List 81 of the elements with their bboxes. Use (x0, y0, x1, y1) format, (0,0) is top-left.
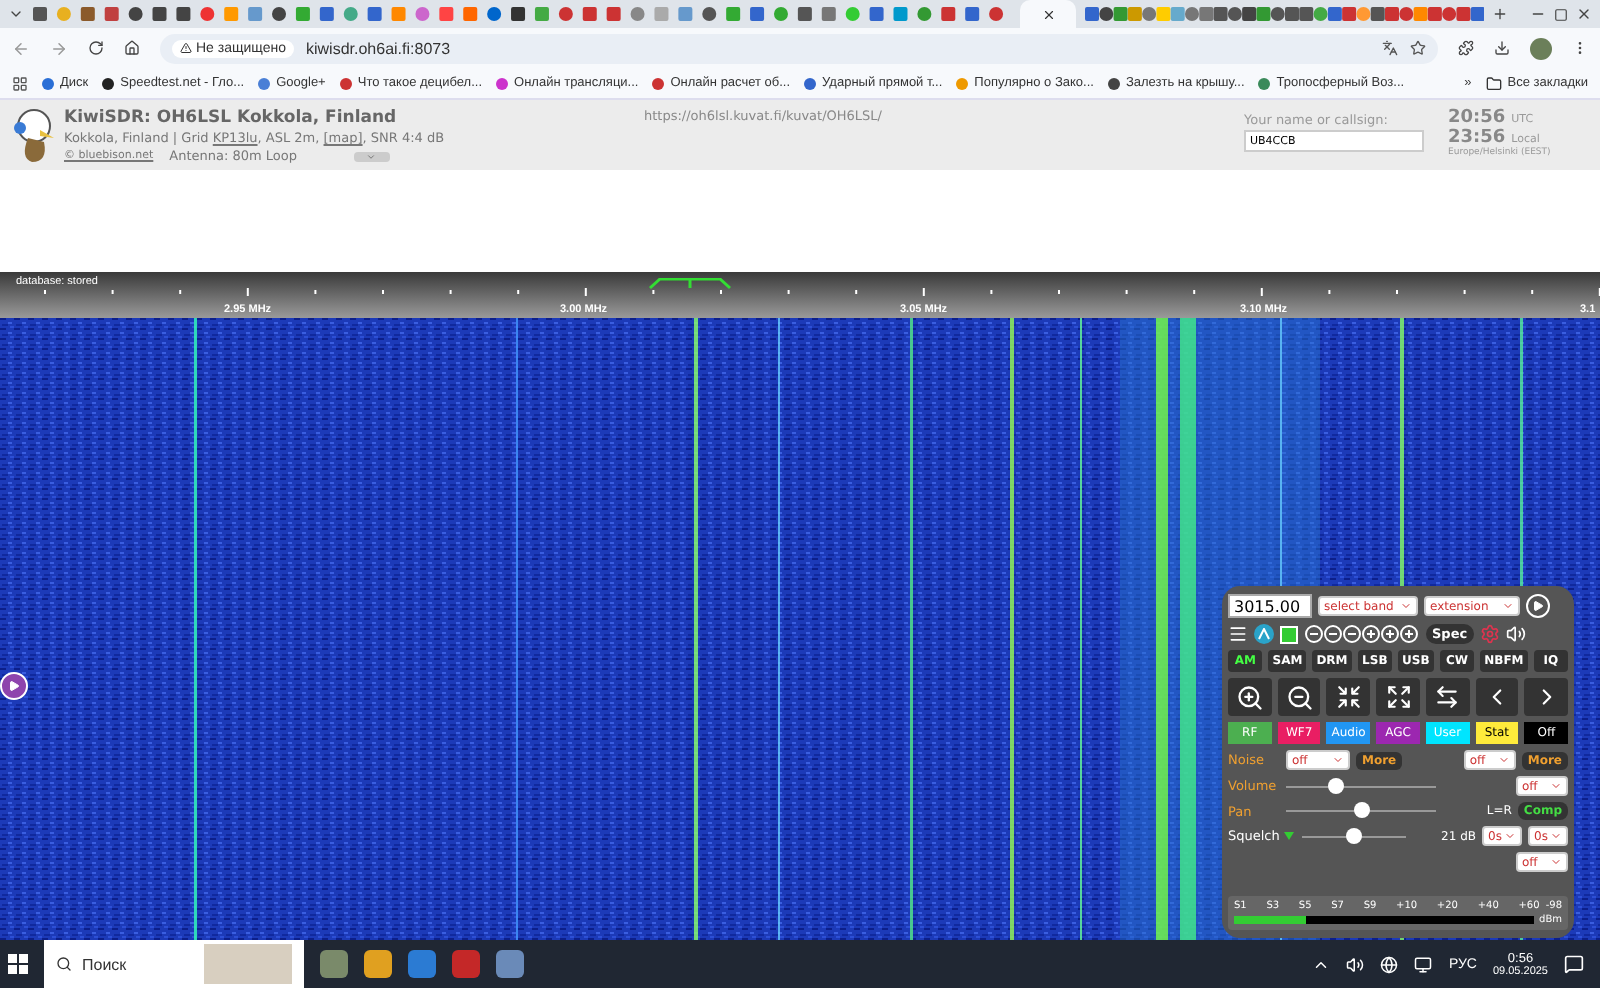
bookmark-favicon (652, 77, 665, 89)
zoom-in-button[interactable] (1228, 678, 1272, 716)
extensions-icon[interactable] (1458, 40, 1474, 56)
chevron-down-icon (366, 151, 377, 161)
notifications-icon[interactable] (1564, 954, 1584, 974)
bookmark-favicon (496, 77, 509, 89)
bookmark-favicon (102, 77, 115, 89)
triangle-icon (1283, 832, 1294, 840)
translate-icon[interactable] (1382, 40, 1398, 56)
dropdown-caret-icon (1332, 754, 1344, 766)
menu-icon[interactable] (1228, 624, 1248, 644)
swap-button[interactable] (1425, 678, 1470, 716)
step-right-button[interactable] (1524, 678, 1569, 716)
url-text: kiwisdr.oh6ai.fi:8073 (306, 39, 451, 57)
apps-icon[interactable] (12, 75, 28, 91)
bookmark-favicon (1107, 77, 1120, 89)
bookmark-favicon (339, 77, 352, 89)
dropdown-caret-icon (1497, 754, 1510, 766)
kiwi-bird-logo (12, 106, 56, 166)
volume-slider-thumb[interactable] (1327, 777, 1344, 793)
a-circle-icon[interactable] (1254, 624, 1274, 644)
play-icon (8, 680, 20, 692)
square-icon[interactable] (1280, 625, 1298, 643)
windows-start-icon[interactable] (8, 954, 28, 974)
expand-button[interactable] (1376, 678, 1420, 716)
app-icon[interactable] (320, 950, 348, 978)
browser-icon[interactable] (364, 950, 392, 978)
tab-list-icon[interactable] (8, 6, 24, 22)
zoom-out-button[interactable] (1277, 678, 1321, 716)
close-icon[interactable] (1576, 6, 1592, 22)
bookmark-star-icon[interactable] (1410, 40, 1426, 56)
dropdown-caret-icon (1550, 830, 1562, 842)
app-icon[interactable] (452, 950, 480, 978)
arrows-left-right-icon (1434, 684, 1461, 710)
dropdown-caret-icon (1550, 780, 1562, 792)
shrink-icon (1335, 684, 1362, 710)
dropdown-caret-icon (1502, 600, 1514, 612)
shrink-button[interactable] (1326, 678, 1371, 716)
expand-icon (1385, 684, 1412, 710)
dropdown-caret-icon (1504, 830, 1516, 842)
back-icon[interactable] (12, 39, 30, 57)
network-icon[interactable] (1380, 955, 1399, 973)
home-icon[interactable] (124, 40, 140, 56)
reload-icon[interactable] (88, 40, 104, 56)
volume-icon[interactable] (1346, 955, 1365, 973)
app-icon[interactable] (408, 950, 436, 978)
local-time: 23:56 (1448, 128, 1506, 148)
profile-avatar[interactable] (1530, 37, 1552, 59)
speaker-icon[interactable] (1505, 624, 1526, 644)
step-left-button[interactable] (1475, 678, 1519, 716)
bookmark-favicon (1258, 77, 1271, 89)
pan-slider-thumb[interactable] (1353, 802, 1369, 818)
bookmark-favicon (258, 77, 271, 89)
play-button[interactable] (1526, 594, 1550, 618)
utc-time: 20:56 (1448, 108, 1506, 128)
folder-icon (1485, 75, 1502, 91)
taskbar-search[interactable]: Поиск (44, 940, 304, 988)
dropdown-caret-icon (1550, 856, 1562, 868)
bookmark-favicon (42, 77, 54, 89)
zoom-in-icon (1235, 683, 1264, 711)
station-title: KiwiSDR: OH6LSL Kokkola, Finland (64, 108, 399, 128)
image-placeholder (204, 944, 292, 984)
dropdown-caret-icon (1400, 600, 1412, 612)
bookmark-favicon (804, 77, 817, 89)
warning-icon (180, 42, 192, 54)
close-tab-icon[interactable] (1041, 7, 1055, 21)
collapse-handle[interactable] (353, 151, 390, 161)
bookmark-favicon (956, 77, 969, 89)
zoom-step-icons[interactable] (1304, 624, 1420, 644)
display-icon[interactable] (1414, 955, 1433, 973)
maximize-icon[interactable] (1554, 7, 1568, 21)
download-icon[interactable] (1494, 40, 1510, 56)
search-placeholder: Поиск (82, 955, 129, 973)
search-icon (56, 956, 72, 972)
squelch-slider-thumb[interactable] (1346, 827, 1362, 843)
zoom-out-icon (1285, 683, 1314, 711)
play-icon (1532, 600, 1544, 612)
new-tab-icon[interactable] (1492, 6, 1508, 22)
app-icon[interactable] (496, 950, 524, 978)
forward-icon[interactable] (50, 39, 68, 57)
frequency-input[interactable]: 3015.00 (1228, 594, 1312, 618)
